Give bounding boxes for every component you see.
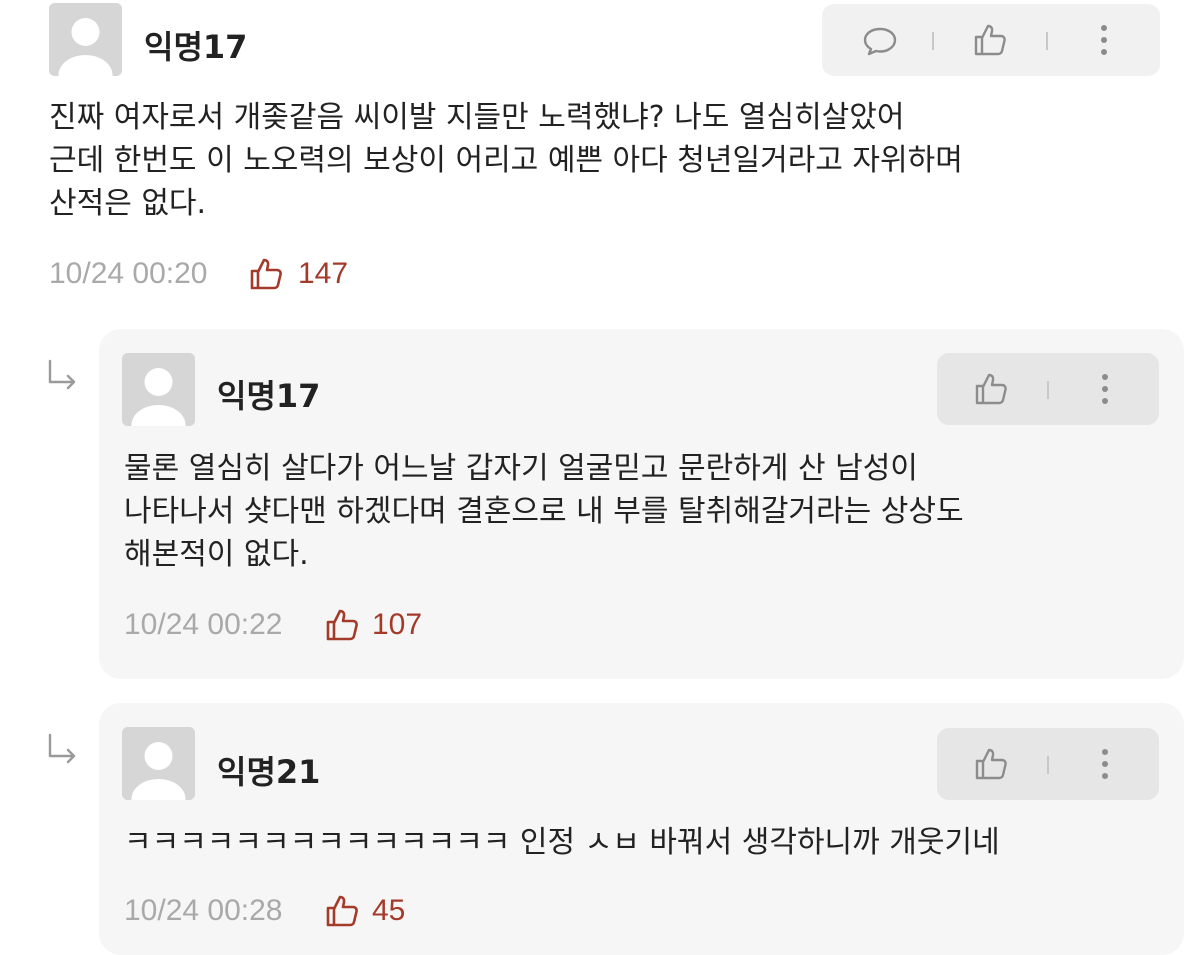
- avatar[interactable]: [49, 3, 122, 76]
- thumbs-up-icon[interactable]: [972, 22, 1008, 58]
- default-avatar-icon: [122, 353, 195, 426]
- comment-thread: 익명17 진짜 여자로서 개좆같음 씨이발 지들만 노력했냐? 나도 열심히살았…: [0, 0, 1200, 955]
- avatar[interactable]: [122, 727, 195, 800]
- more-vertical-icon[interactable]: [1087, 371, 1123, 407]
- divider: [932, 32, 934, 50]
- default-avatar-icon: [122, 727, 195, 800]
- comment-body: ㅋㅋㅋㅋㅋㅋㅋㅋㅋㅋㅋㅋㅋㅋ 인정 ㅅㅂ 바꿔서 생각하니까 개웃기네: [124, 825, 1000, 860]
- thumbs-up-icon[interactable]: [973, 746, 1009, 782]
- reply-arrow-icon: [44, 732, 80, 768]
- timestamp: 10/24 00:28: [124, 894, 283, 927]
- author-name[interactable]: 익명17: [144, 22, 247, 68]
- reply: 익명17 물론 열심히 살다가 어느날 갑자기 얼굴믿고 문란하게 산 남성이 …: [99, 329, 1184, 679]
- default-avatar-icon: [49, 3, 122, 76]
- author-name[interactable]: 익명21: [217, 747, 320, 793]
- comment-body: 진짜 여자로서 개좆같음 씨이발 지들만 노력했냐? 나도 열심히살았어 근데 …: [49, 100, 963, 221]
- author-name[interactable]: 익명17: [217, 371, 320, 417]
- thumbs-up-icon: [248, 256, 284, 292]
- thumbs-up-icon[interactable]: [973, 371, 1009, 407]
- comment-icon[interactable]: [862, 22, 898, 58]
- timestamp: 10/24 00:22: [124, 608, 283, 641]
- comment-body: 물론 열심히 살다가 어느날 갑자기 얼굴믿고 문란하게 산 남성이 나타나서 …: [124, 451, 964, 572]
- divider: [1047, 381, 1049, 399]
- avatar[interactable]: [122, 353, 195, 426]
- like-count: 45: [372, 894, 406, 927]
- more-vertical-icon[interactable]: [1086, 22, 1122, 58]
- timestamp: 10/24 00:20: [49, 257, 208, 290]
- divider: [1047, 756, 1049, 774]
- thumbs-up-icon: [324, 607, 360, 643]
- comment-actions: [937, 728, 1159, 800]
- divider: [1046, 32, 1048, 50]
- reply: 익명21 ㅋㅋㅋㅋㅋㅋㅋㅋㅋㅋㅋㅋㅋㅋ 인정 ㅅㅂ 바꿔서 생각하니까 개웃기네…: [99, 703, 1184, 955]
- comment-actions: [822, 4, 1160, 76]
- comment-actions: [937, 353, 1159, 425]
- like-count: 147: [298, 257, 349, 290]
- like-count: 107: [372, 608, 423, 641]
- thumbs-up-icon: [324, 893, 360, 929]
- reply-arrow-icon: [44, 358, 80, 394]
- more-vertical-icon[interactable]: [1087, 746, 1123, 782]
